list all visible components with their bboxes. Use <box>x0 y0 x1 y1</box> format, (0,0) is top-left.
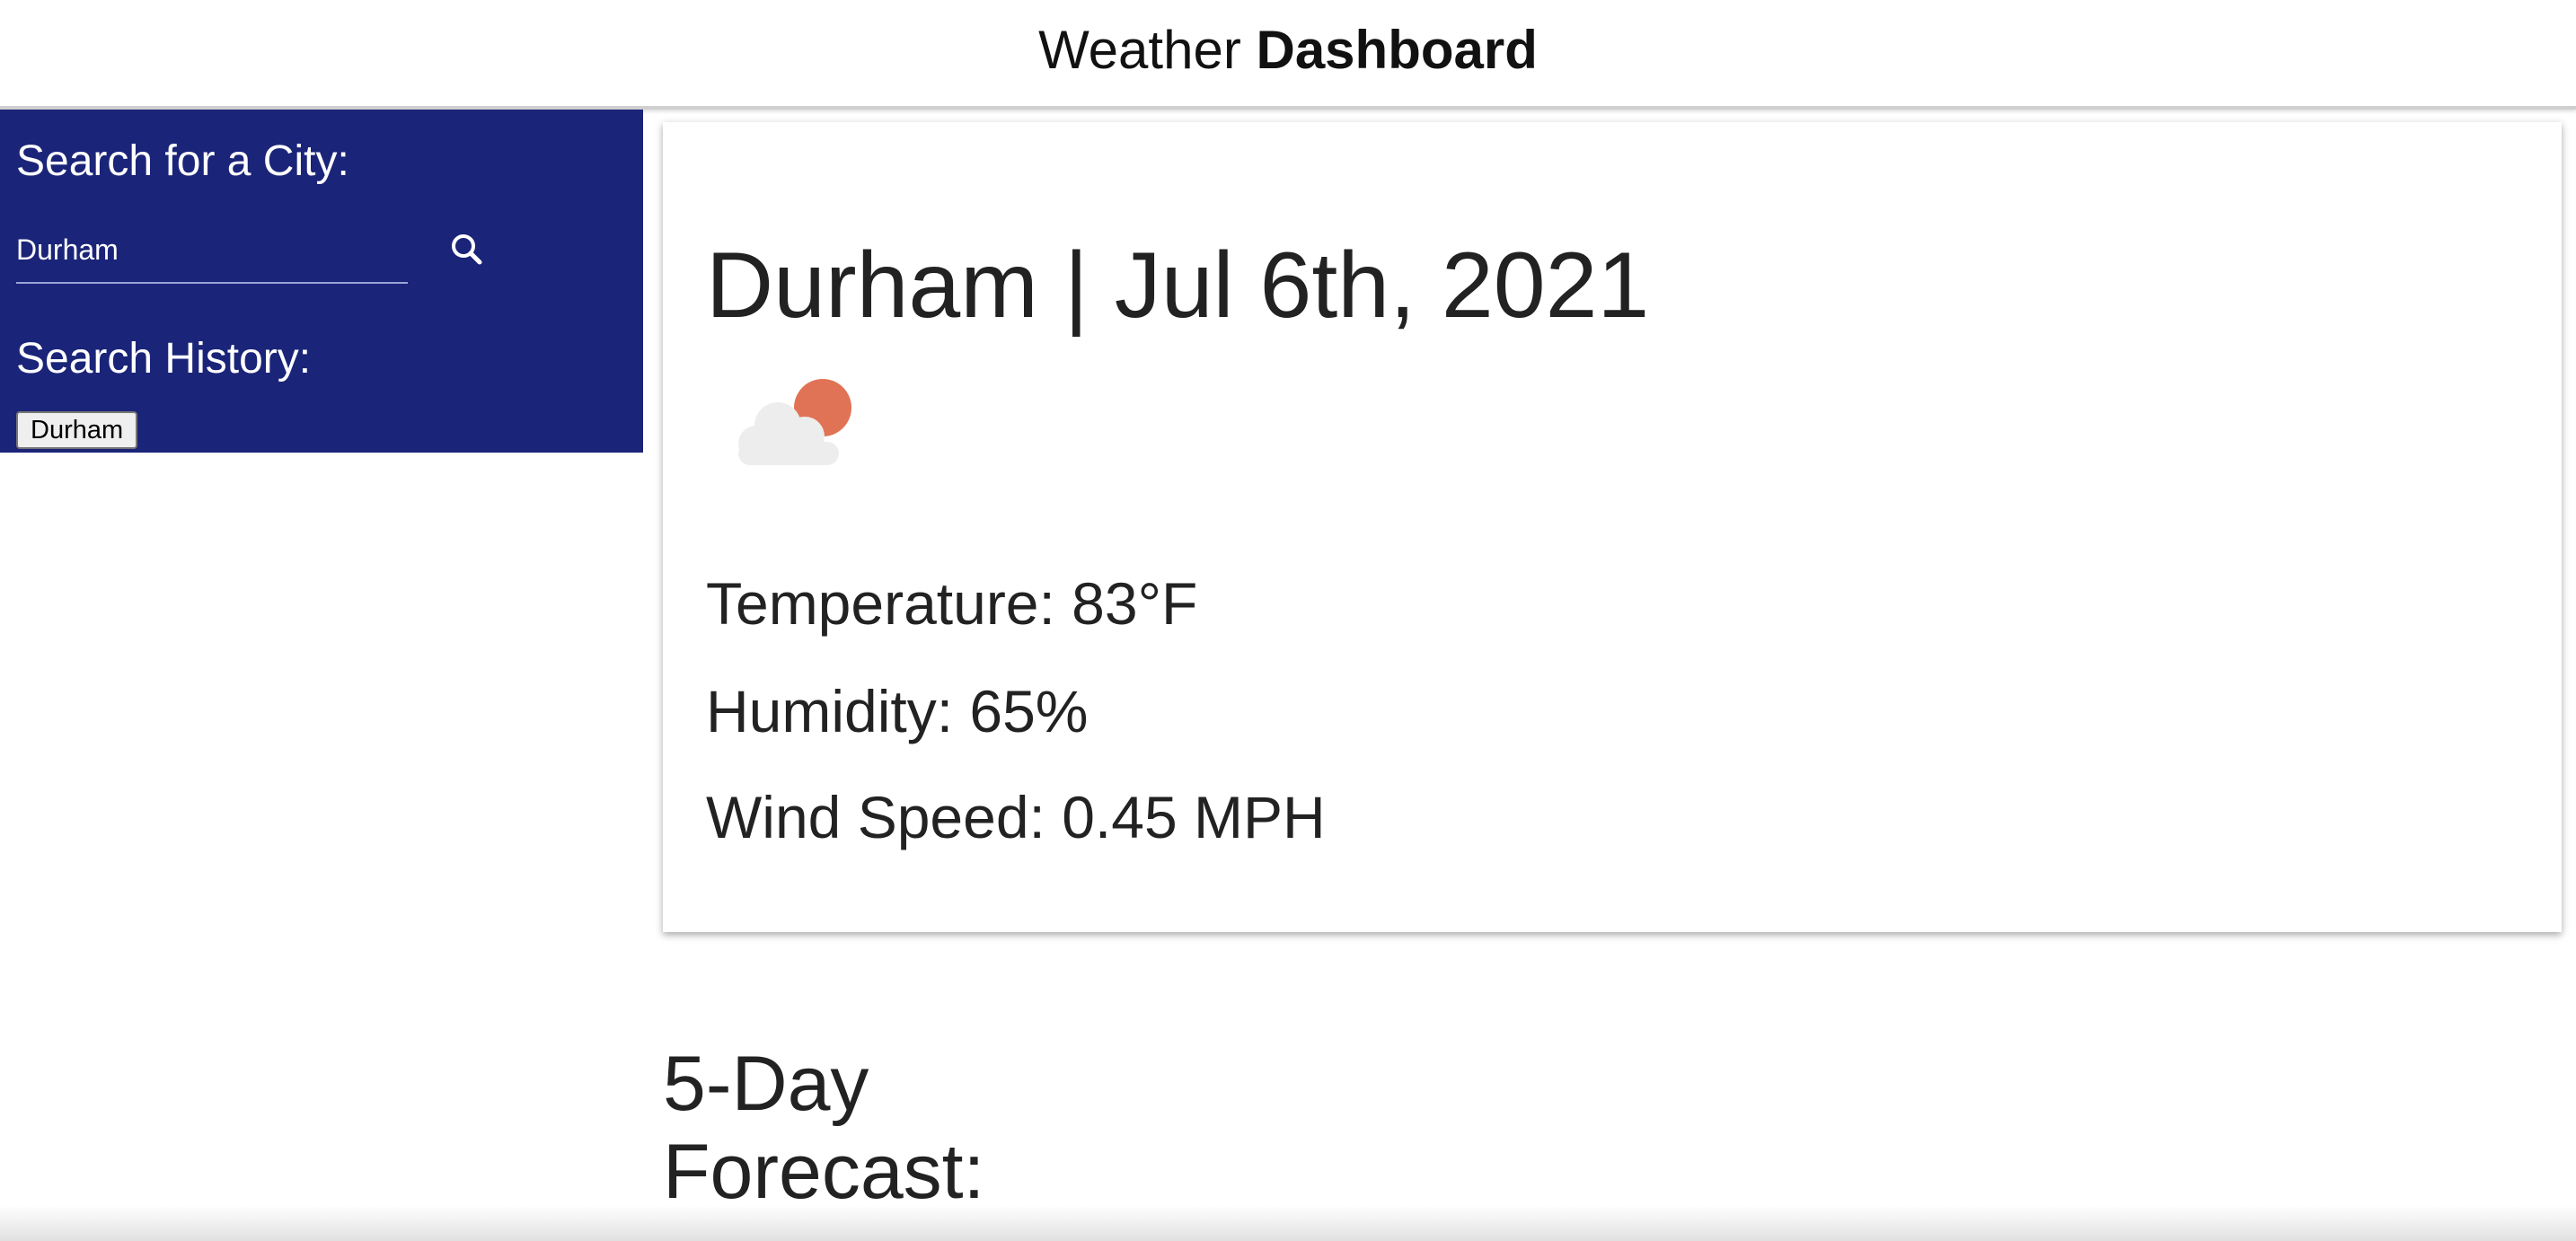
city-search-input[interactable] <box>16 217 408 284</box>
forecast-heading: 5-Day Forecast: <box>663 1041 985 1215</box>
bottom-shadow <box>0 1205 2576 1241</box>
city-date-heading: Durham | Jul 6th, 2021 <box>706 233 1650 338</box>
humidity-value: Humidity: 65% <box>706 678 1089 744</box>
temperature-value: Temperature: 83°F <box>706 570 1198 637</box>
page-title-bold: Dashboard <box>1256 20 1538 80</box>
current-weather-card: Durham | Jul 6th, 2021 Temperature: 83°F… <box>663 122 2562 932</box>
search-heading: Search for a City: <box>16 137 349 185</box>
history-item-durham[interactable]: Durham <box>16 411 138 449</box>
partly-cloudy-icon <box>738 379 851 465</box>
wind-speed-value: Wind Speed: 0.45 MPH <box>706 784 1326 850</box>
search-sidebar: Search for a City: Search History: Durha… <box>0 110 643 453</box>
app-header: Weather Dashboard <box>0 0 2576 110</box>
page-title-prefix: Weather <box>1038 20 1241 80</box>
search-history-heading: Search History: <box>16 335 312 383</box>
search-button[interactable] <box>440 223 498 280</box>
page-title: Weather Dashboard <box>1038 18 1538 83</box>
search-icon <box>452 234 482 265</box>
